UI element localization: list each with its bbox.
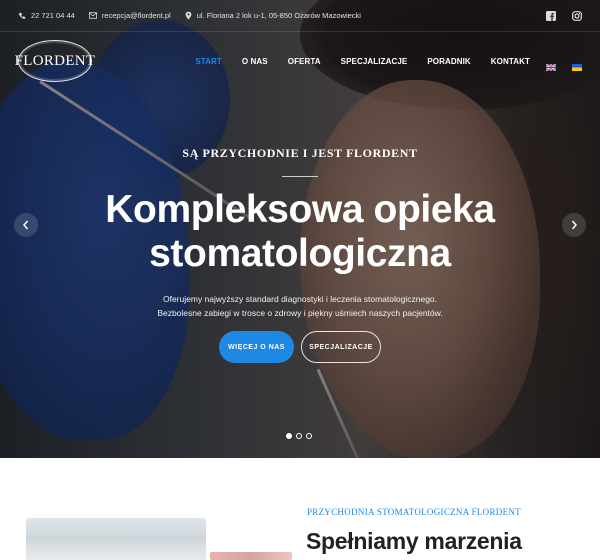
hero-title-line1: Kompleksowa opieka bbox=[105, 188, 495, 231]
site-logo[interactable]: FLORDENT bbox=[15, 40, 95, 82]
en-flag-icon[interactable] bbox=[545, 58, 557, 72]
address-text: ul. Floriana 2 lok u-1, 05-850 Ożarów Ma… bbox=[196, 11, 361, 20]
hero-subtitle-line1: Oferujemy najwyższy standard diagnostyki… bbox=[162, 294, 438, 304]
email-text: recepcja@flordent.pl bbox=[101, 11, 171, 20]
slider-dot-1[interactable] bbox=[286, 433, 292, 439]
slider-next-button[interactable] bbox=[562, 213, 586, 237]
phone-text: 22 721 04 44 bbox=[31, 11, 75, 20]
instagram-link[interactable] bbox=[572, 10, 582, 21]
main-nav: FLORDENT START O NAS OFERTA SPECJALIZACJ… bbox=[0, 32, 600, 90]
nav-item-poradnik[interactable]: PORADNIK bbox=[427, 57, 470, 66]
hero-title-line2: stomatologiczna bbox=[149, 232, 451, 275]
phone-contact[interactable]: 22 721 04 44 bbox=[18, 11, 75, 20]
social-links bbox=[530, 10, 582, 21]
address-contact[interactable]: ul. Floriana 2 lok u-1, 05-850 Ożarów Ma… bbox=[185, 11, 361, 20]
nav-item-start[interactable]: START bbox=[195, 57, 222, 66]
nav-item-kontakt[interactable]: KONTAKT bbox=[491, 57, 530, 66]
more-about-us-button[interactable]: WIĘCEJ O NAS bbox=[219, 331, 294, 363]
chevron-left-icon bbox=[23, 220, 29, 230]
hero-subtitle-line2: Bezbolesne zabiegi w trosce o zdrowy i p… bbox=[157, 308, 443, 318]
chevron-right-icon bbox=[571, 220, 577, 230]
slider-dots bbox=[286, 433, 316, 439]
mail-icon bbox=[88, 12, 97, 19]
section-kicker: PRZYCHODNIA STOMATOLOGICZNA FLORDENT bbox=[307, 507, 521, 517]
hero-subtitle: Oferujemy najwyższy standard diagnostyki… bbox=[0, 292, 600, 320]
specializations-button[interactable]: SPECJALIZACJE bbox=[301, 331, 381, 363]
slider-dot-2[interactable] bbox=[296, 433, 302, 439]
hero-kicker: SĄ PRZYCHODNIE I JEST FLORDENT bbox=[182, 146, 418, 160]
nav-menu: START O NAS OFERTA SPECJALIZACJE PORADNI… bbox=[175, 57, 582, 72]
logo-text: FLORDENT bbox=[14, 52, 96, 69]
instagram-icon bbox=[572, 10, 582, 21]
nav-item-o-nas[interactable]: O NAS bbox=[242, 57, 268, 66]
nav-item-specjalizacje[interactable]: SPECJALIZACJE bbox=[341, 57, 408, 66]
smile-photo bbox=[210, 552, 292, 560]
hero-divider bbox=[282, 176, 318, 177]
slider-prev-button[interactable] bbox=[14, 213, 38, 237]
clinic-photo bbox=[26, 518, 206, 560]
top-bar: 22 721 04 44 recepcja@flordent.pl ul. Fl… bbox=[0, 0, 600, 32]
facebook-link[interactable] bbox=[546, 10, 556, 21]
nav-item-oferta[interactable]: OFERTA bbox=[288, 57, 321, 66]
map-pin-icon bbox=[185, 11, 192, 20]
facebook-icon bbox=[546, 10, 556, 21]
email-contact[interactable]: recepcja@flordent.pl bbox=[88, 11, 171, 20]
phone-icon bbox=[18, 12, 26, 19]
ua-flag-icon[interactable] bbox=[572, 58, 582, 71]
hero-title: Kompleksowa opieka stomatologiczna bbox=[0, 188, 600, 276]
section-title: Spełniamy marzenia bbox=[306, 528, 522, 554]
slider-dot-3[interactable] bbox=[306, 433, 312, 439]
